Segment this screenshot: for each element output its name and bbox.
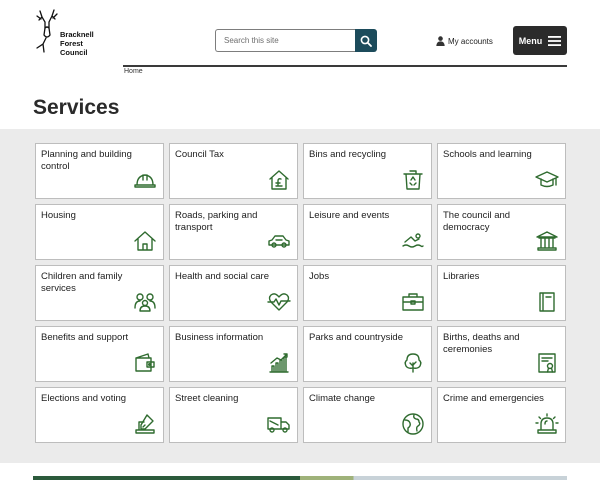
service-tile[interactable]: Births, deaths and ceremonies [437,326,566,382]
service-tile[interactable]: Elections and voting [35,387,164,443]
book-icon [535,290,559,314]
family-icon [133,290,157,314]
service-tile[interactable]: Council Tax [169,143,298,199]
service-tile[interactable]: Parks and countryside [303,326,432,382]
service-tile-label: Schools and learning [443,149,532,160]
swimmer-icon [401,229,425,253]
service-tile-label: Climate change [309,393,376,404]
service-tile-label: Jobs [309,271,330,282]
hamburger-icon [548,35,562,46]
my-accounts-link[interactable]: My accounts [436,35,493,47]
promo-banner[interactable] [33,476,567,480]
logo-line-2: Forest [60,39,83,48]
ballot-icon [133,412,157,436]
logo-wordmark: Bracknell Forest Council [60,30,94,57]
service-tile-label: Bins and recycling [309,149,387,160]
service-tile[interactable]: Benefits and support [35,326,164,382]
user-icon [436,36,445,46]
service-tile[interactable]: Planning and building control [35,143,164,199]
service-tile[interactable]: The council and democracy [437,204,566,260]
service-tile-label: Housing [41,210,76,221]
heartbeat-icon [267,290,291,314]
search-icon [360,35,372,47]
service-tile-label: Health and social care [175,271,269,282]
service-tile-label: Leisure and events [309,210,390,221]
service-tile[interactable]: Crime and emergencies [437,387,566,443]
service-tile[interactable]: Schools and learning [437,143,566,199]
siren-icon [535,412,559,436]
wallet-icon [133,351,157,375]
menu-label: Menu [518,35,543,46]
house-pound-icon [267,168,291,192]
tree-icon [401,351,425,375]
page-title: Services [33,96,120,119]
service-tile[interactable]: Street cleaning [169,387,298,443]
service-tile[interactable]: Children and family services [35,265,164,321]
service-tile-label: Business information [175,332,264,343]
council-logo[interactable]: Bracknell Forest Council [31,8,101,60]
growth-chart-icon [267,351,291,375]
service-tile-label: Crime and emergencies [443,393,544,404]
stag-logo-icon [36,9,58,53]
service-tile[interactable]: Climate change [303,387,432,443]
service-tile[interactable]: Housing [35,204,164,260]
service-tile[interactable]: Roads, parking and transport [169,204,298,260]
search-button[interactable] [355,29,377,52]
breadcrumb: Home [124,68,143,75]
logo-line-3: Council [60,48,88,57]
recycling-bin-icon [401,168,425,192]
service-tile[interactable]: Leisure and events [303,204,432,260]
header-divider [123,65,567,67]
menu-button[interactable]: Menu [513,26,567,55]
truck-icon [267,412,291,436]
service-tile[interactable]: Health and social care [169,265,298,321]
house-icon [133,229,157,253]
logo-line-1: Bracknell [60,30,94,39]
car-icon [267,229,291,253]
breadcrumb-home[interactable]: Home [124,68,143,75]
site-header: Bracknell Forest Council My accounts Men… [0,0,600,80]
civic-building-icon [535,229,559,253]
service-tile-label: Benefits and support [41,332,129,343]
globe-icon [401,412,425,436]
service-tile[interactable]: Jobs [303,265,432,321]
certificate-icon [535,351,559,375]
site-search [215,29,377,52]
service-tile-label: Council Tax [175,149,224,160]
hard-hat-icon [133,168,157,192]
service-tile-label: Street cleaning [175,393,239,404]
service-tile-label: Parks and countryside [309,332,403,343]
briefcase-icon [401,290,425,314]
graduation-cap-icon [535,168,559,192]
service-tile[interactable]: Business information [169,326,298,382]
my-accounts-label: My accounts [448,36,493,46]
service-tile-label: Libraries [443,271,480,282]
service-tile[interactable]: Bins and recycling [303,143,432,199]
service-tile-label: Elections and voting [41,393,127,404]
service-tile[interactable]: Libraries [437,265,566,321]
search-input[interactable] [215,29,355,52]
